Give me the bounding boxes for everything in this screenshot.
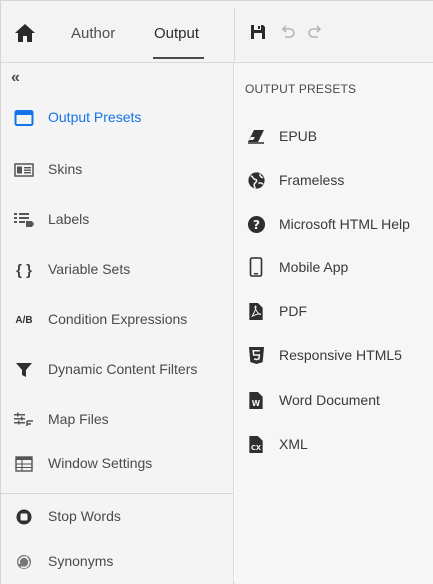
- svg-text:?: ?: [252, 217, 259, 231]
- help-icon: ?: [246, 214, 266, 234]
- preset-xml[interactable]: CX XML: [235, 428, 433, 460]
- stop-icon: [13, 507, 35, 527]
- skins-icon: [13, 160, 35, 180]
- svg-text:W: W: [252, 399, 261, 408]
- preset-word-document[interactable]: W Word Document: [235, 384, 433, 416]
- preset-frameless[interactable]: Frameless: [235, 164, 433, 196]
- mobile-icon: [246, 257, 266, 277]
- tab-output[interactable]: Output: [154, 25, 199, 42]
- window-icon: [13, 108, 35, 128]
- top-bar: Author Output: [1, 1, 433, 63]
- html5-icon: [246, 345, 266, 365]
- condition-icon: A/B: [15, 314, 33, 326]
- eraser-icon: [246, 126, 266, 146]
- preset-mobile-app[interactable]: Mobile App: [235, 251, 433, 283]
- sidebar-item-label: Stop Words: [48, 508, 121, 524]
- sidebar-item-label: Variable Sets: [48, 261, 131, 277]
- preset-epub[interactable]: EPUB: [235, 120, 433, 152]
- sidebar-item-label: Map Files: [48, 411, 109, 427]
- sidebar-item-output-presets[interactable]: Output Presets: [1, 98, 234, 138]
- preset-label: Microsoft HTML Help: [279, 216, 410, 232]
- save-icon[interactable]: [249, 23, 267, 41]
- sidebar-item-labels[interactable]: Labels: [1, 200, 234, 240]
- sidebar-divider: [1, 493, 234, 494]
- preset-label: Mobile App: [279, 259, 349, 275]
- pdf-icon: [246, 301, 266, 321]
- sidebar-item-window-settings[interactable]: Window Settings: [1, 444, 234, 484]
- tab-author[interactable]: Author: [71, 25, 115, 42]
- sidebar-item-skins[interactable]: Skins: [1, 150, 234, 190]
- svg-text:CX: CX: [251, 444, 261, 452]
- synonyms-icon: [13, 552, 35, 572]
- sidebar-item-label: Labels: [48, 211, 90, 227]
- preset-label: EPUB: [279, 128, 318, 144]
- preset-microsoft-html-help[interactable]: ? Microsoft HTML Help: [235, 208, 433, 240]
- sidebar-item-synonyms[interactable]: Synonyms: [1, 542, 234, 582]
- sidebar: « Output Presets Skins Labels { } Variab…: [1, 63, 234, 584]
- toolbar-divider: [234, 9, 235, 61]
- undo-icon[interactable]: [279, 23, 297, 41]
- preset-label: Word Document: [279, 392, 380, 408]
- sidebar-item-stop-words[interactable]: Stop Words: [1, 497, 234, 537]
- section-title: OUTPUT PRESETS: [245, 82, 357, 96]
- preset-pdf[interactable]: PDF: [235, 295, 433, 327]
- xml-icon: CX: [246, 434, 266, 454]
- preset-responsive-html5[interactable]: Responsive HTML5: [235, 339, 433, 371]
- app-window: Author Output « Output Presets Skins Lab…: [0, 0, 433, 584]
- sidebar-item-map-files[interactable]: Map Files: [1, 400, 234, 440]
- preset-label: PDF: [279, 303, 307, 319]
- filter-icon: [13, 360, 35, 380]
- sidebar-item-label: Synonyms: [48, 553, 114, 569]
- preset-label: XML: [279, 436, 308, 452]
- sidebar-item-label: Dynamic Content Filters: [48, 361, 198, 377]
- window-settings-icon: [13, 454, 35, 474]
- sidebar-item-dynamic-content-filters[interactable]: Dynamic Content Filters: [1, 350, 234, 390]
- word-icon: W: [246, 390, 266, 410]
- sidebar-item-label: Output Presets: [48, 109, 142, 125]
- braces-icon: { }: [16, 261, 32, 279]
- sidebar-item-label: Skins: [48, 161, 83, 177]
- labels-icon: [13, 210, 35, 230]
- preset-label: Frameless: [279, 172, 345, 188]
- sidebar-item-label: Condition Expressions: [48, 311, 188, 327]
- home-icon[interactable]: [14, 23, 36, 43]
- preset-label: Responsive HTML5: [279, 347, 402, 363]
- output-presets-panel: OUTPUT PRESETS EPUB Frameless ? Microsof…: [235, 63, 433, 584]
- sidebar-item-variable-sets[interactable]: { } Variable Sets: [1, 250, 234, 290]
- redo-icon[interactable]: [306, 23, 324, 41]
- active-tab-indicator: [153, 57, 204, 59]
- sidebar-item-label: Window Settings: [48, 455, 153, 471]
- collapse-sidebar-button[interactable]: «: [11, 69, 20, 87]
- sidebar-item-condition-expressions[interactable]: A/B Condition Expressions: [1, 300, 234, 340]
- map-files-icon: [13, 410, 35, 430]
- globe-icon: [246, 170, 266, 190]
